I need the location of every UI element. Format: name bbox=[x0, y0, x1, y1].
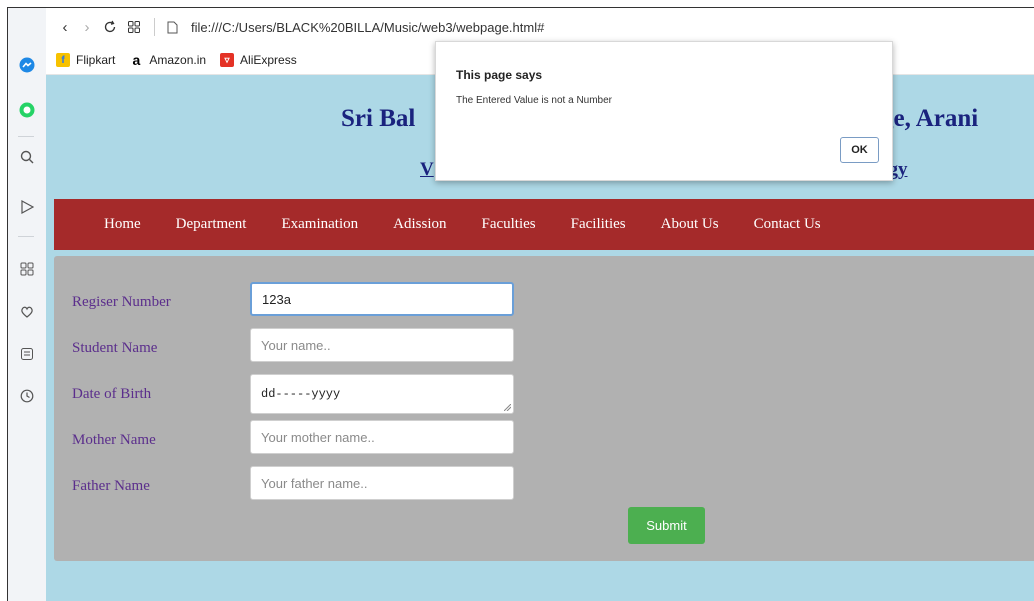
nav-contact-us[interactable]: Contact Us bbox=[754, 216, 821, 233]
father-name-input[interactable]: Your father name.. bbox=[250, 466, 514, 500]
nav-home[interactable]: Home bbox=[104, 216, 141, 233]
reload-icon[interactable] bbox=[98, 20, 122, 34]
bookmark-aliexpress[interactable]: ▿ AliExpress bbox=[220, 53, 297, 67]
mother-name-label: Mother Name bbox=[72, 432, 156, 448]
college-title-right: ge, Arani bbox=[881, 105, 979, 132]
nav-department[interactable]: Department bbox=[176, 216, 247, 233]
register-number-input[interactable]: 123a bbox=[250, 282, 514, 316]
student-name-input[interactable]: Your name.. bbox=[250, 328, 514, 362]
ok-button[interactable]: OK bbox=[840, 137, 879, 163]
mother-name-input[interactable]: Your mother name.. bbox=[250, 420, 514, 454]
dob-input[interactable]: dd-----yyyy bbox=[250, 374, 514, 414]
notes-icon[interactable] bbox=[8, 343, 46, 365]
father-name-label: Father Name bbox=[72, 478, 150, 494]
nav-about-us[interactable]: About Us bbox=[661, 216, 719, 233]
subtitle-left: V bbox=[420, 159, 434, 180]
alert-dialog: This page says The Entered Value is not … bbox=[435, 41, 893, 181]
dialog-message: The Entered Value is not a Number bbox=[456, 95, 613, 106]
forward-icon[interactable]: › bbox=[76, 19, 98, 36]
dob-label: Date of Birth bbox=[72, 386, 152, 402]
bookmark-label: Amazon.in bbox=[149, 53, 207, 67]
aliexpress-icon: ▿ bbox=[220, 53, 235, 67]
file-icon bbox=[163, 21, 181, 34]
dialog-title: This page says bbox=[456, 68, 543, 82]
apps-icon[interactable] bbox=[8, 258, 46, 280]
tabs-grid-icon[interactable] bbox=[122, 21, 146, 33]
search-icon[interactable] bbox=[8, 146, 46, 168]
bookmark-label: AliExpress bbox=[240, 53, 297, 67]
address-bar[interactable]: file:///C:/Users/BLACK%20BILLA/Music/web… bbox=[191, 20, 544, 35]
send-icon[interactable] bbox=[8, 196, 46, 218]
nav-facilities[interactable]: Facilities bbox=[571, 216, 626, 233]
main-nav: Home Department Examination Adission Fac… bbox=[54, 199, 1034, 250]
bookmark-amazon[interactable]: a Amazon.in bbox=[129, 52, 207, 68]
bookmark-label: Flipkart bbox=[76, 53, 116, 67]
resize-handle-icon[interactable] bbox=[504, 404, 511, 411]
dob-value: dd-----yyyy bbox=[261, 387, 341, 401]
college-title-left: Sri Bal bbox=[341, 105, 416, 132]
bookmark-flipkart[interactable]: f Flipkart bbox=[56, 53, 115, 67]
submit-button[interactable]: Submit bbox=[628, 507, 705, 544]
nav-admission[interactable]: Adission bbox=[393, 216, 446, 233]
flipkart-icon: f bbox=[56, 53, 70, 67]
student-name-label: Student Name bbox=[72, 340, 158, 356]
messenger-icon[interactable] bbox=[8, 54, 46, 76]
registration-form: Regiser Number 123a Student Name Your na… bbox=[54, 256, 1034, 561]
history-clock-icon[interactable] bbox=[8, 385, 46, 407]
favorites-heart-icon[interactable] bbox=[8, 301, 46, 323]
browser-window: ‹ › file:///C:/Users/BLACK%20BILLA/Music… bbox=[7, 7, 1034, 601]
whatsapp-icon[interactable] bbox=[8, 99, 46, 121]
back-icon[interactable]: ‹ bbox=[54, 19, 76, 36]
amazon-icon: a bbox=[132, 52, 141, 68]
nav-faculties[interactable]: Faculties bbox=[481, 216, 535, 233]
nav-examination[interactable]: Examination bbox=[281, 216, 358, 233]
browser-sidebar bbox=[8, 8, 47, 601]
register-number-label: Regiser Number bbox=[72, 294, 171, 310]
